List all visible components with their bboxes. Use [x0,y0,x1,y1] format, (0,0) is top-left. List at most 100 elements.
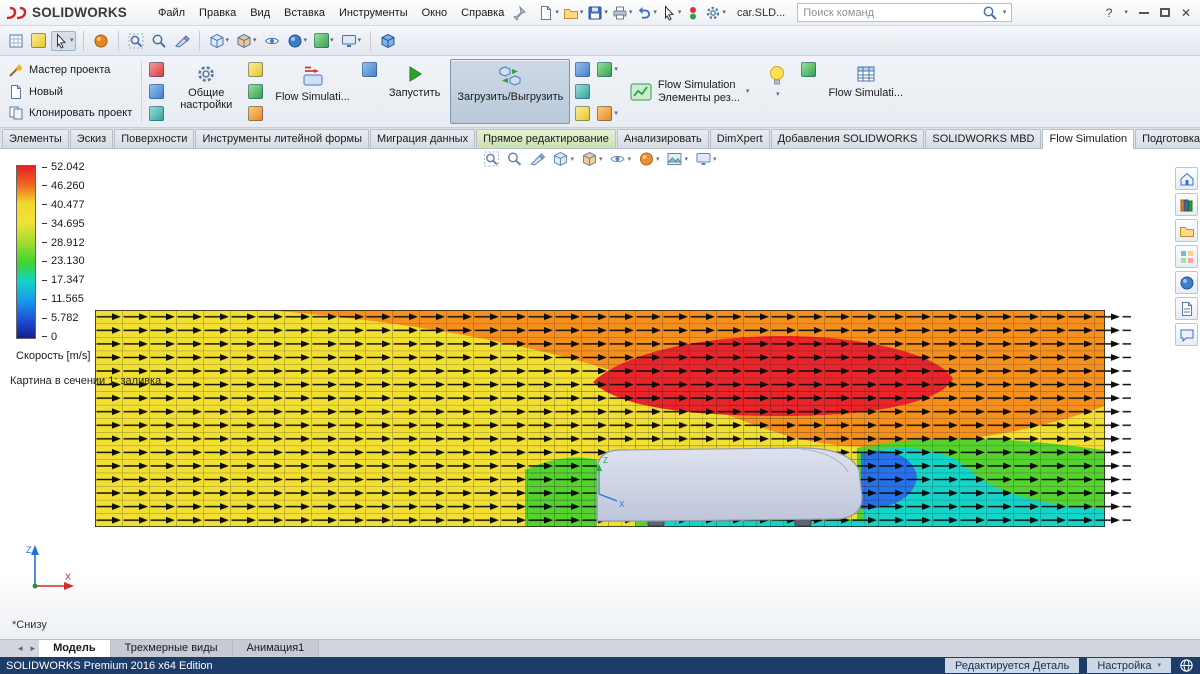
menu-tools[interactable]: Инструменты [332,3,415,23]
menu-help[interactable]: Справка [454,3,511,23]
file-explorer-tab[interactable] [1175,219,1198,242]
3d-views-tab[interactable]: Трехмерные виды [111,640,233,657]
probe-button[interactable] [574,83,591,100]
plot-tool-button[interactable] [574,61,591,78]
layers-button[interactable] [29,31,48,50]
project-wizard-button[interactable]: Мастер проекта [4,61,136,79]
save-button[interactable]: ▾ [586,4,609,22]
print-button[interactable]: ▾ [611,4,634,22]
run-button[interactable]: Запустить [382,59,448,124]
conditions-button[interactable] [148,105,165,122]
color-bar[interactable] [16,165,36,339]
tab-dimxpert[interactable]: DimXpert [710,129,770,148]
tab-direct-editing[interactable]: Прямое редактирование [476,129,616,148]
options-button[interactable]: ▾ [704,4,727,22]
hide-show-button[interactable] [262,31,282,51]
tab-features[interactable]: Элементы [2,129,69,148]
view-orientation-button[interactable]: ▾ [552,151,574,167]
menu-file[interactable]: Файл [151,3,192,23]
scene-button[interactable]: ▾ [312,31,336,50]
tab-solidworks-mbd[interactable]: SOLIDWORKS MBD [925,129,1041,148]
custom-properties-tab[interactable] [1175,297,1198,320]
flow-cut-plot[interactable]: Z X [95,310,1135,527]
design-library-tab[interactable] [1175,193,1198,216]
report-button[interactable] [574,105,591,122]
car-body[interactable] [597,448,862,526]
tab-data-migration[interactable]: Миграция данных [370,129,475,148]
load-unload-button[interactable]: Загрузить/Выгрузить [450,59,570,124]
source-button[interactable] [247,105,264,122]
graphics-area[interactable]: ▾ ▾ ▾ ▾ ▾ ▾ [0,149,1200,639]
tab-evaluate[interactable]: Анализировать [617,129,709,148]
menu-view[interactable]: Вид [243,3,277,23]
part-button[interactable] [378,31,398,51]
tab-surfaces[interactable]: Поверхности [114,129,194,148]
view-palette-tab[interactable] [1175,245,1198,268]
new-project-button[interactable]: Новый [4,83,136,101]
close-button[interactable]: ✕ [1181,7,1191,19]
restore-button[interactable] [1160,8,1170,17]
help-button[interactable]: ? [1106,7,1113,19]
tab-mold-tools[interactable]: Инструменты литейной формы [195,129,369,148]
view-settings-button[interactable]: ▾ [695,151,717,167]
appearance-button[interactable]: ▾ [285,31,310,51]
model-tab[interactable]: Модель [39,640,111,657]
parameter-button[interactable] [800,61,817,78]
sheet-button[interactable] [6,31,26,51]
lighting-button[interactable]: ▾ [758,59,796,124]
flow-simulation-table-button[interactable]: Flow Simulati... [821,59,910,124]
display-style-button[interactable]: ▾ [581,151,603,167]
menu-insert[interactable]: Вставка [277,3,332,23]
search-icon[interactable] [982,5,998,21]
tab-sketch[interactable]: Эскиз [70,129,113,148]
clone-project-button[interactable]: Клонировать проект [4,104,136,122]
tab-analysis-preparation[interactable]: Подготовка анализа [1135,129,1200,148]
configuration-selector[interactable]: Настройка▾ [1087,658,1171,673]
edit-appearance-button[interactable]: ▾ [638,151,660,167]
zoom-fit-button[interactable] [483,151,499,167]
rebuild-button[interactable] [684,4,702,22]
chevron-down-icon[interactable]: ▾ [1124,9,1128,16]
globe-icon[interactable] [1179,658,1194,673]
zoom-area-button[interactable] [149,31,169,51]
flow-simulation-button[interactable]: Flow Simulati... [268,59,357,124]
goal-button[interactable] [247,83,264,100]
render-button[interactable] [91,31,111,51]
tab-solidworks-addins[interactable]: Добавления SOLIDWORKS [771,129,925,148]
open-button[interactable]: ▾ [562,4,585,22]
select-button[interactable]: ▾ [660,4,683,22]
animation-tab[interactable]: Анимация1 [233,640,320,657]
minimize-button[interactable] [1139,12,1149,14]
display-style-button[interactable]: ▾ [234,31,259,51]
chevron-down-icon[interactable]: ▾ [1003,9,1007,16]
tab-flow-simulation[interactable]: Flow Simulation [1042,129,1134,149]
view-settings-button[interactable]: ▾ [339,31,364,51]
resources-tab[interactable] [1175,167,1198,190]
menu-edit[interactable]: Правка [192,3,243,23]
section-view-button[interactable] [172,31,192,51]
appearances-tab[interactable] [1175,271,1198,294]
fluid-button[interactable] [148,83,165,100]
command-search[interactable]: Поиск команд ▾ [797,3,1012,22]
compare-button[interactable]: ▾ [596,105,619,122]
select-tool-button[interactable]: ▾ [51,31,76,51]
pin-icon[interactable] [511,5,527,21]
doc-tab-scroll-right[interactable]: ▸ [27,640,40,657]
mesh-button[interactable] [247,61,264,78]
section-view-button[interactable] [529,151,545,167]
component-control-button[interactable] [361,61,378,78]
apply-scene-button[interactable]: ▾ [667,151,689,167]
doc-tab-scroll-left[interactable]: ◂ [14,640,27,657]
general-settings-button[interactable]: Общие настройки [169,59,243,124]
forum-tab[interactable] [1175,323,1198,346]
hide-show-items-button[interactable]: ▾ [609,151,631,167]
undo-button[interactable]: ▾ [635,4,658,22]
new-document-button[interactable]: ▾ [537,4,560,22]
results-features-button[interactable]: Flow Simulation Элементы рез... ▾ [623,59,756,124]
menu-window[interactable]: Окно [415,3,455,23]
view-orientation-button[interactable]: ▾ [207,31,232,51]
zoom-area-button[interactable] [506,151,522,167]
zoom-fit-button[interactable] [126,31,146,51]
units-button[interactable] [148,61,165,78]
overlay-button[interactable]: ▾ [596,61,619,78]
